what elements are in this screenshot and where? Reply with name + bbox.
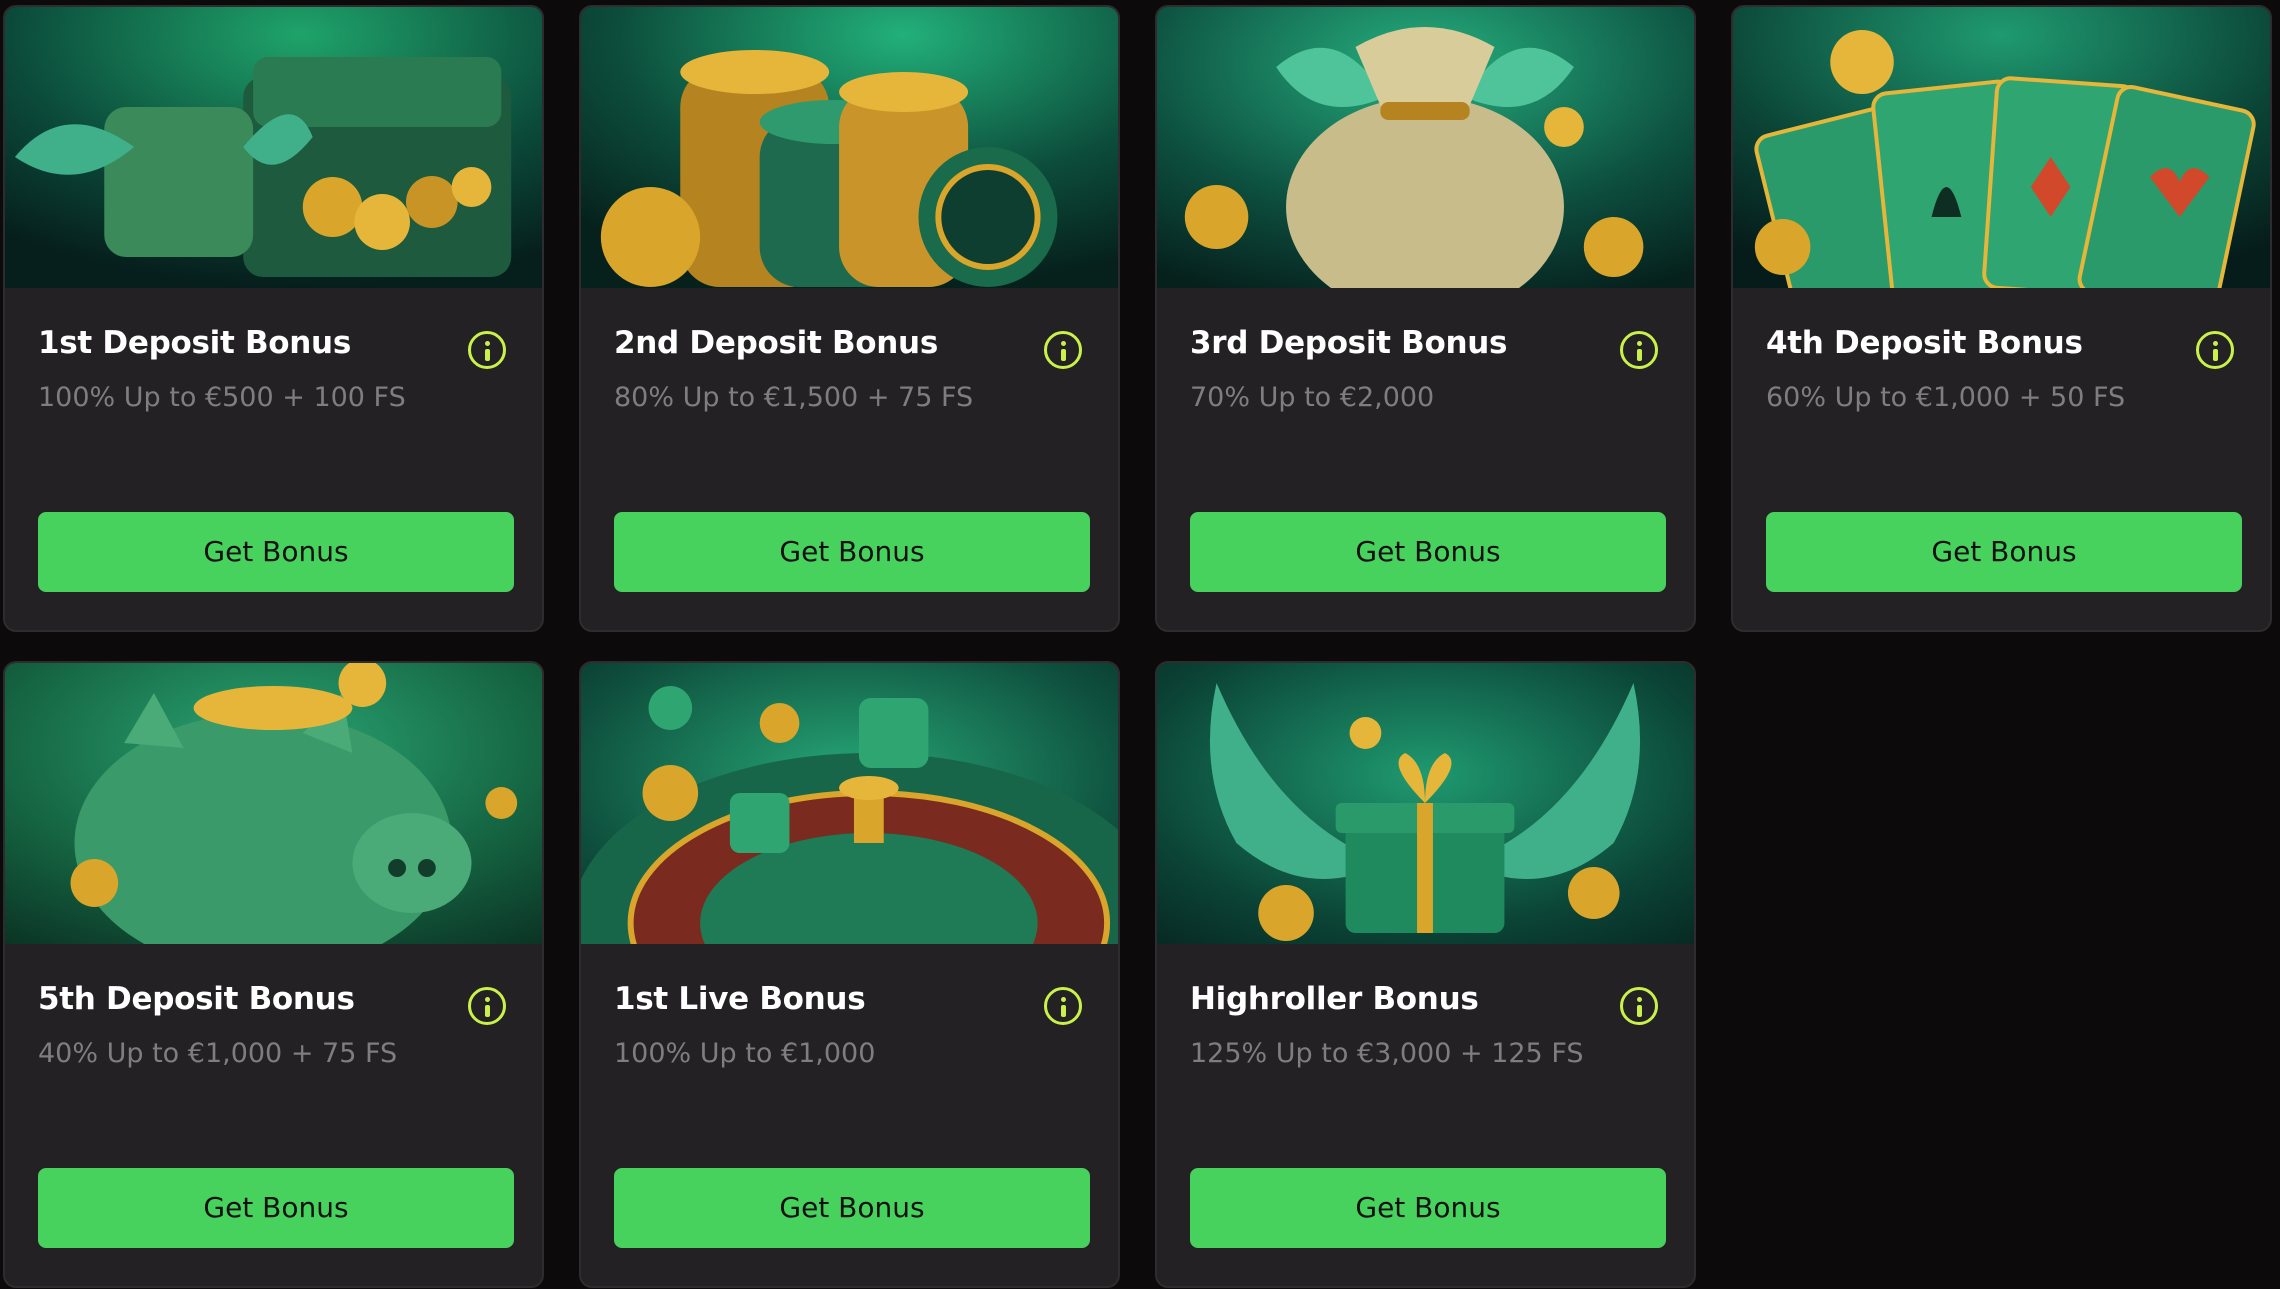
info-icon[interactable] [468,987,506,1025]
get-bonus-button[interactable]: Get Bonus [1190,1168,1666,1248]
bonus-title: 2nd Deposit Bonus [614,325,938,361]
bonus-title: 1st Deposit Bonus [38,325,351,361]
bonus-card-highroller: Highroller Bonus 125% Up to €3,000 + 125… [1155,661,1696,1288]
bonus-title: 4th Deposit Bonus [1766,325,2083,361]
info-icon[interactable] [2196,331,2234,369]
bonus-title: Highroller Bonus [1190,981,1479,1017]
bonus-card-4th-deposit: 4th Deposit Bonus 60% Up to €1,000 + 50 … [1731,5,2272,632]
info-icon[interactable] [468,331,506,369]
get-bonus-button[interactable]: Get Bonus [38,1168,514,1248]
bonus-description: 60% Up to €1,000 + 50 FS [1766,382,2126,413]
bonus-card-1st-live: 1st Live Bonus 100% Up to €1,000 Get Bon… [579,661,1120,1288]
get-bonus-button[interactable]: Get Bonus [614,512,1090,592]
bonus-card-5th-deposit: 5th Deposit Bonus 40% Up to €1,000 + 75 … [3,661,544,1288]
casino-chips-image [581,7,1118,288]
bonus-title: 1st Live Bonus [614,981,866,1017]
info-icon[interactable] [1620,331,1658,369]
bonus-description: 125% Up to €3,000 + 125 FS [1190,1038,1584,1069]
bonus-title: 5th Deposit Bonus [38,981,355,1017]
info-icon[interactable] [1044,331,1082,369]
bonus-card-1st-deposit: 1st Deposit Bonus 100% Up to €500 + 100 … [3,5,544,632]
bonus-description: 100% Up to €1,000 [614,1038,876,1069]
bonus-card-3rd-deposit: 3rd Deposit Bonus 70% Up to €2,000 Get B… [1155,5,1696,632]
bonus-description: 40% Up to €1,000 + 75 FS [38,1038,398,1069]
info-icon[interactable] [1620,987,1658,1025]
winged-gift-image [1157,663,1694,944]
bonus-title: 3rd Deposit Bonus [1190,325,1508,361]
bonus-description: 100% Up to €500 + 100 FS [38,382,406,413]
playing-cards-image [1733,7,2270,288]
info-icon[interactable] [1044,987,1082,1025]
get-bonus-button[interactable]: Get Bonus [1190,512,1666,592]
bonus-card-2nd-deposit: 2nd Deposit Bonus 80% Up to €1,500 + 75 … [579,5,1120,632]
treasure-chest-image [5,7,542,288]
bonus-grid: 1st Deposit Bonus 100% Up to €500 + 100 … [0,0,2280,1289]
money-bag-image [1157,7,1694,288]
roulette-wheel-image [581,663,1118,944]
piggy-bank-image [5,663,542,944]
bonus-description: 80% Up to €1,500 + 75 FS [614,382,974,413]
get-bonus-button[interactable]: Get Bonus [38,512,514,592]
get-bonus-button[interactable]: Get Bonus [1766,512,2242,592]
bonus-description: 70% Up to €2,000 [1190,382,1435,413]
get-bonus-button[interactable]: Get Bonus [614,1168,1090,1248]
